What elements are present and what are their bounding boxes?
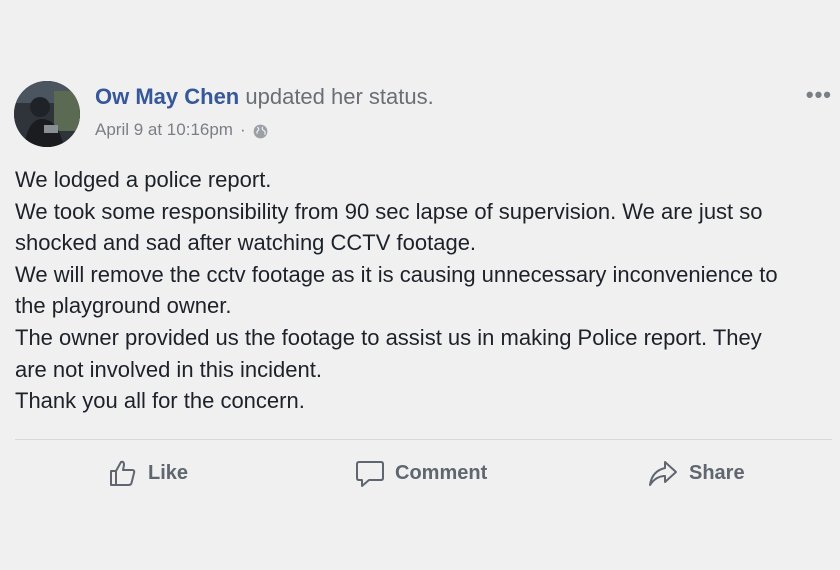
thumbs-up-icon bbox=[110, 460, 136, 486]
share-label: Share bbox=[689, 461, 745, 484]
comment-button[interactable]: Comment bbox=[355, 455, 487, 491]
comment-label: Comment bbox=[395, 461, 488, 484]
post-body: We lodged a police report. We took some … bbox=[15, 164, 830, 417]
comment-icon bbox=[356, 461, 384, 487]
post-line: the playground owner. bbox=[15, 293, 232, 319]
post-line: The owner provided us the footage to ass… bbox=[15, 324, 762, 350]
share-button[interactable]: Share bbox=[647, 455, 745, 491]
like-button[interactable]: Like bbox=[108, 455, 188, 491]
post-line: We will remove the cctv footage as it is… bbox=[15, 261, 778, 287]
share-arrow-icon bbox=[649, 461, 677, 486]
like-label: Like bbox=[148, 461, 189, 484]
post-timestamp[interactable]: April 9 at 10:16pm bbox=[95, 120, 233, 140]
post-header: Ow May Chen updated her status. bbox=[95, 84, 434, 110]
author-name[interactable]: Ow May Chen bbox=[95, 84, 239, 109]
post-action-text: updated her status. bbox=[245, 84, 434, 109]
globe-icon[interactable] bbox=[252, 123, 269, 140]
post-meta: April 9 at 10:16pm · bbox=[95, 120, 269, 140]
post-line: We took some responsibility from 90 sec … bbox=[15, 198, 763, 224]
avatar[interactable] bbox=[14, 81, 80, 147]
action-divider bbox=[15, 439, 832, 440]
post-line: are not involved in this incident. bbox=[15, 356, 322, 382]
post-line: shocked and sad after watching CCTV foot… bbox=[15, 230, 477, 256]
post-line: Thank you all for the concern. bbox=[15, 388, 305, 414]
meta-separator: · bbox=[239, 120, 246, 139]
avatar-photo bbox=[14, 81, 80, 147]
more-options-button[interactable]: ••• bbox=[806, 82, 832, 108]
status-post: Ow May Chen updated her status. April 9 … bbox=[0, 0, 840, 570]
post-line: We lodged a police report. bbox=[15, 167, 272, 192]
